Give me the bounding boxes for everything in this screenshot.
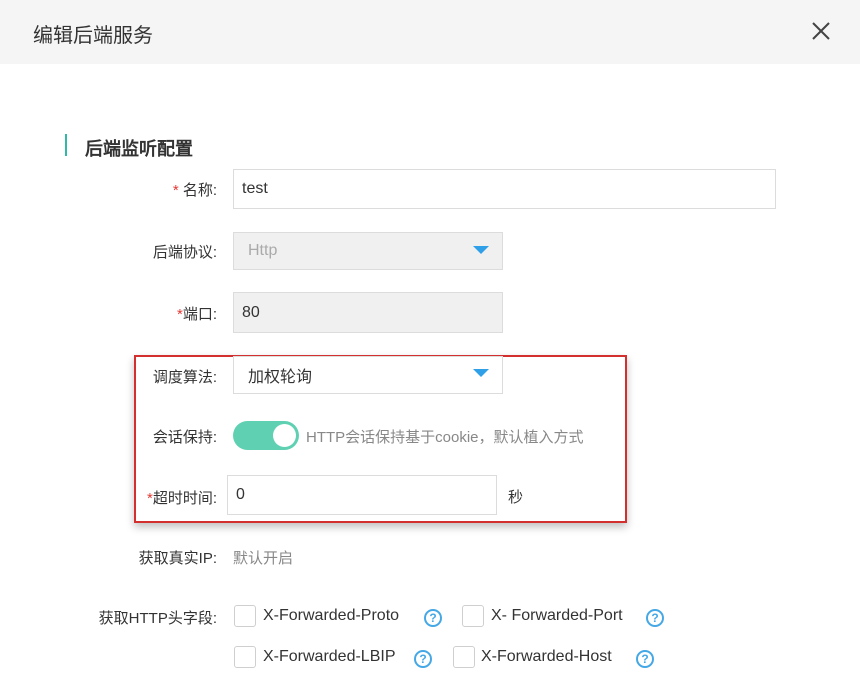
- chevron-down-icon: [473, 246, 489, 254]
- algorithm-select-value: 加权轮询: [248, 369, 313, 386]
- name-input-value: test: [242, 180, 268, 197]
- name-label-text: 名称:: [178, 182, 217, 199]
- help-icon[interactable]: ?: [424, 609, 442, 627]
- protocol-select-value: Http: [248, 242, 278, 259]
- name-label: * 名称:: [173, 179, 217, 200]
- checkbox-x-forwarded-host[interactable]: [453, 646, 475, 668]
- checkbox-x-forwarded-lbip[interactable]: [234, 646, 256, 668]
- algorithm-select[interactable]: 加权轮询: [233, 356, 503, 394]
- x-forwarded-host-label: X-Forwarded-Host: [481, 648, 612, 665]
- session-toggle[interactable]: [233, 421, 299, 450]
- help-icon[interactable]: ?: [646, 609, 664, 627]
- real-ip-value: 默认开启: [233, 550, 294, 567]
- protocol-label: 后端协议:: [152, 244, 217, 261]
- port-label-text: 端口:: [182, 306, 217, 323]
- checkbox-x-forwarded-proto[interactable]: [234, 605, 256, 627]
- protocol-select[interactable]: Http: [233, 232, 503, 270]
- timeout-unit: 秒: [508, 489, 524, 506]
- timeout-input-value: 0: [236, 486, 245, 503]
- dialog-title: 编辑后端服务: [33, 25, 153, 47]
- timeout-label-text: 超时时间:: [152, 490, 217, 507]
- section-title: 后端监听配置: [85, 139, 193, 159]
- port-input[interactable]: 80: [233, 292, 503, 333]
- help-icon[interactable]: ?: [414, 650, 432, 668]
- x-forwarded-port-label: X- Forwarded-Port: [491, 607, 623, 624]
- toggle-knob: [273, 424, 296, 447]
- port-input-value: 80: [242, 303, 260, 321]
- close-icon[interactable]: [808, 18, 834, 44]
- x-forwarded-proto-label: X-Forwarded-Proto: [263, 607, 400, 624]
- session-label: 会话保持:: [152, 429, 217, 446]
- timeout-label: *超时时间:: [147, 487, 217, 508]
- x-forwarded-lbip-label: X-Forwarded-LBIP: [263, 648, 396, 665]
- real-ip-label: 获取真实IP:: [138, 550, 217, 567]
- checkbox-x-forwarded-port[interactable]: [462, 605, 484, 627]
- timeout-input[interactable]: 0: [227, 475, 497, 515]
- chevron-down-icon: [473, 369, 489, 377]
- dialog-header: 编辑后端服务: [0, 0, 860, 64]
- http-headers-label: 获取HTTP头字段:: [98, 610, 217, 627]
- name-input[interactable]: test: [233, 169, 776, 209]
- help-icon[interactable]: ?: [636, 650, 654, 668]
- section-accent-bar: [65, 134, 67, 156]
- algorithm-label: 调度算法:: [152, 369, 217, 386]
- session-hint: HTTP会话保持基于cookie，默认植入方式: [306, 429, 584, 446]
- port-label: *端口:: [177, 303, 217, 324]
